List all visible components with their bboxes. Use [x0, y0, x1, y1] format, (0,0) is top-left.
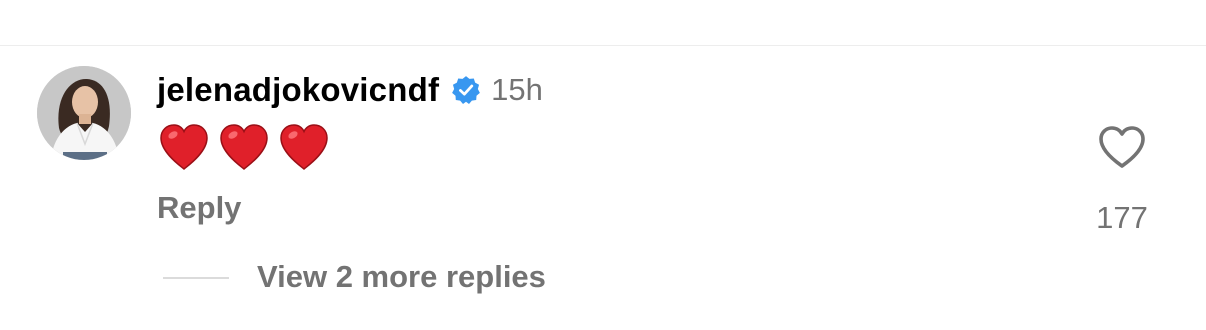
reply-button[interactable]: Reply: [157, 190, 241, 226]
heart-outline-icon[interactable]: [1097, 124, 1147, 170]
avatar[interactable]: [37, 66, 131, 160]
red-heart-emoji-icon: [220, 124, 268, 171]
view-more-replies-button[interactable]: View 2 more replies: [257, 259, 546, 295]
replies-divider: [163, 277, 229, 279]
verified-badge-icon: [451, 75, 481, 105]
red-heart-emoji-icon: [160, 124, 208, 171]
username[interactable]: jelenadjokovicndf: [157, 71, 439, 109]
red-heart-emoji-icon: [280, 124, 328, 171]
comment-header: jelenadjokovicndf 15h: [157, 68, 543, 112]
top-divider: [0, 45, 1206, 46]
timestamp: 15h: [491, 72, 543, 107]
like-count: 177: [1096, 200, 1148, 235]
comment-text: [158, 120, 330, 174]
